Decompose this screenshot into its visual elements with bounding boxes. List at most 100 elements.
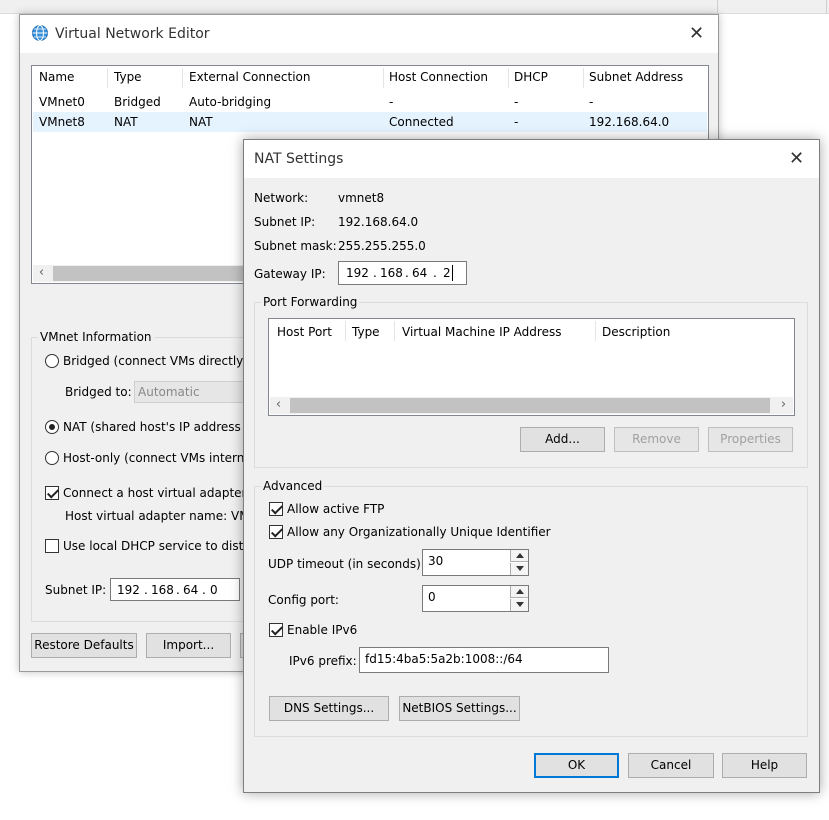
ip-octet: 168 (380, 266, 403, 280)
column-divider[interactable] (182, 68, 183, 88)
main-titlebar: Virtual Network Editor ✕ (20, 15, 718, 53)
column-header-host-port[interactable]: Host Port (277, 325, 332, 342)
properties-button[interactable]: Properties (708, 427, 793, 452)
cell-host: Connected (389, 115, 454, 129)
port-forwarding-list[interactable]: Host Port Type Virtual Machine IP Addres… (268, 318, 795, 416)
column-divider[interactable] (595, 321, 596, 341)
decrement-icon[interactable] (510, 599, 528, 611)
port-forwarding-label: Port Forwarding (261, 295, 360, 309)
cell-dhcp: - (514, 115, 519, 129)
gateway-ip-label: Gateway IP: (254, 267, 326, 281)
nat-radio[interactable] (45, 420, 59, 434)
ip-octet: 0 (210, 583, 218, 597)
background-app-bar (0, 0, 829, 14)
dhcp-label[interactable]: Use local DHCP service to distrib (63, 539, 259, 553)
dns-settings-button[interactable]: DNS Settings... (269, 696, 389, 721)
allow-ftp-label[interactable]: Allow active FTP (287, 502, 384, 516)
host-only-label[interactable]: Host-only (connect VMs internal (63, 451, 255, 465)
allow-oui-label[interactable]: Allow any Organizationally Unique Identi… (287, 525, 551, 539)
ip-dot: . (176, 583, 180, 597)
cancel-button[interactable]: Cancel (628, 753, 714, 778)
column-header-external[interactable]: External Connection (189, 70, 311, 87)
bridged-radio[interactable] (45, 354, 59, 368)
column-divider[interactable] (107, 68, 108, 88)
cell-host: - (389, 95, 394, 109)
bridged-to-value: Automatic (138, 385, 200, 399)
network-label: Network: (254, 191, 309, 205)
ipv6-prefix-label: IPv6 prefix: (289, 654, 357, 668)
advanced-label: Advanced (261, 479, 325, 493)
ip-dot: . (202, 583, 206, 597)
column-divider[interactable] (508, 68, 509, 88)
ipv6-prefix-input[interactable]: fd15:4ba5:5a2b:1008::/64 (359, 647, 609, 673)
config-port-stepper[interactable]: 0 (422, 585, 529, 612)
restore-defaults-button[interactable]: Restore Defaults (31, 633, 137, 658)
cell-subnet: 192.168.64.0 (589, 115, 670, 129)
column-divider[interactable] (383, 68, 384, 88)
subnet-ip-value: 192.168.64.0 (338, 215, 419, 229)
increment-icon[interactable] (510, 550, 528, 562)
increment-icon[interactable] (510, 586, 528, 598)
background-divider (717, 0, 718, 14)
column-divider[interactable] (583, 68, 584, 88)
ip-octet: 2 (443, 266, 451, 280)
cell-name: VMnet8 (39, 115, 85, 129)
subnet-ip-input[interactable]: 192 . 168 . 64 . 0 (110, 578, 240, 601)
enable-ipv6-label[interactable]: Enable IPv6 (287, 623, 357, 637)
network-list-header: Name Type External Connection Host Conne… (32, 66, 708, 90)
scroll-right-icon[interactable]: › (775, 397, 792, 414)
udp-timeout-stepper[interactable]: 30 (422, 549, 529, 576)
column-header-name[interactable]: Name (39, 70, 74, 87)
column-header-dhcp[interactable]: DHCP (514, 70, 548, 87)
ip-octet: 192 (346, 266, 369, 280)
scroll-thumb[interactable] (290, 398, 770, 413)
add-button[interactable]: Add... (520, 427, 605, 452)
scroll-left-icon[interactable]: ‹ (270, 397, 287, 414)
dhcp-checkbox[interactable] (45, 539, 59, 553)
connect-adapter-label[interactable]: Connect a host virtual adapter t (63, 486, 255, 500)
ip-octet: 192 (117, 583, 140, 597)
column-divider[interactable] (394, 321, 395, 341)
cell-dhcp: - (514, 95, 519, 109)
enable-ipv6-checkbox[interactable] (269, 623, 283, 637)
column-header-type[interactable]: Type (352, 325, 380, 342)
remove-button[interactable]: Remove (614, 427, 699, 452)
table-row-selected[interactable]: VMnet8 NAT NAT Connected - 192.168.64.0 (33, 112, 707, 132)
help-button[interactable]: Help (722, 753, 807, 778)
table-row[interactable]: VMnet0 Bridged Auto-bridging - - - (33, 92, 707, 112)
port-list-hscrollbar[interactable]: ‹ › (270, 397, 793, 414)
allow-ftp-checkbox[interactable] (269, 502, 283, 516)
cell-type: Bridged (114, 95, 161, 109)
ip-octet: 168 (151, 583, 174, 597)
ok-button[interactable]: OK (534, 753, 619, 778)
bridged-label[interactable]: Bridged (connect VMs directly to (63, 354, 259, 368)
udp-timeout-value: 30 (428, 554, 444, 568)
close-icon[interactable]: ✕ (789, 150, 804, 168)
ip-octet: 64 (412, 266, 428, 280)
ip-dot: . (373, 266, 377, 280)
allow-oui-checkbox[interactable] (269, 525, 283, 539)
gateway-ip-input[interactable]: 192 . 168 . 64 . 2 (338, 261, 467, 285)
column-header-subnet[interactable]: Subnet Address (589, 70, 683, 87)
ip-dot: . (405, 266, 409, 280)
nat-label[interactable]: NAT (shared host's IP address w (63, 420, 254, 434)
scroll-left-icon[interactable]: ‹ (33, 265, 50, 282)
column-header-host[interactable]: Host Connection (389, 70, 488, 87)
host-only-radio[interactable] (45, 451, 59, 465)
column-divider[interactable] (345, 321, 346, 341)
cell-type: NAT (114, 115, 138, 129)
column-header-vm-ip[interactable]: Virtual Machine IP Address (402, 325, 561, 342)
window-title: Virtual Network Editor (55, 26, 210, 42)
cell-external: NAT (189, 115, 213, 129)
bridged-to-label: Bridged to: (65, 385, 132, 399)
import-button[interactable]: Import... (146, 633, 231, 658)
column-header-description[interactable]: Description (602, 325, 670, 342)
decrement-icon[interactable] (510, 563, 528, 575)
connect-adapter-checkbox[interactable] (45, 486, 59, 500)
column-header-type[interactable]: Type (114, 70, 142, 87)
port-forwarding-header: Host Port Type Virtual Machine IP Addres… (269, 319, 794, 343)
close-icon[interactable]: ✕ (689, 25, 704, 43)
subnet-mask-label: Subnet mask: (254, 239, 337, 253)
vmnet-information-label: VMnet Information (38, 330, 154, 344)
netbios-settings-button[interactable]: NetBIOS Settings... (399, 696, 520, 721)
